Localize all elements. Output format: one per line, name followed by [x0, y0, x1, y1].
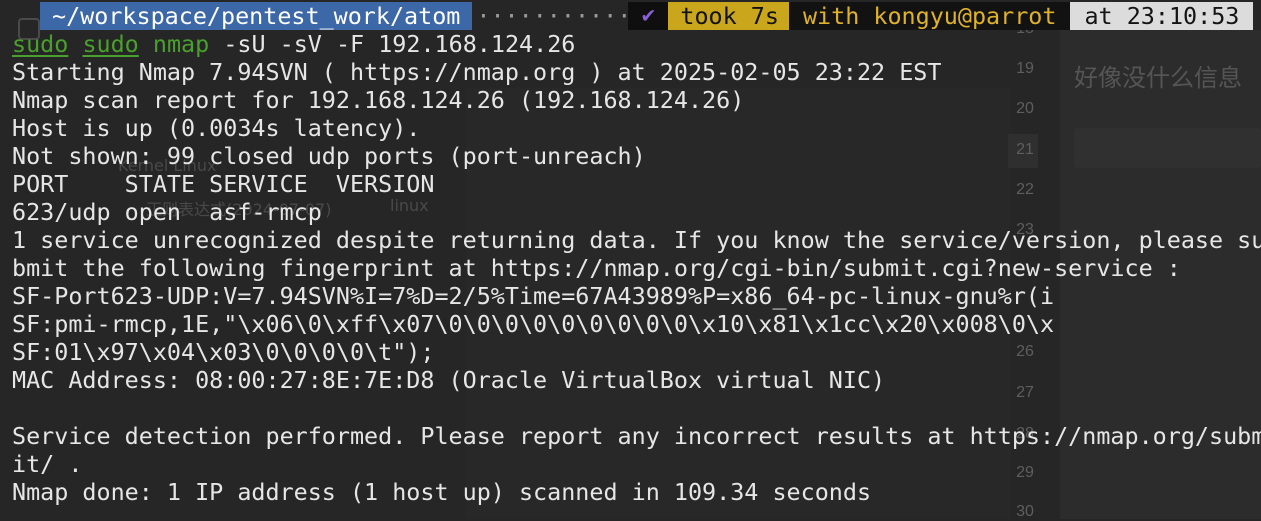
output-line: Not shown: 99 closed udp ports (port-unr…	[12, 142, 646, 170]
shell-prompt-bar: ~/workspace/pentest_work/atom ··········…	[40, 2, 1254, 30]
prompt-time: at 23:10:53	[1070, 2, 1254, 30]
output-line: Host is up (0.0034s latency).	[12, 114, 421, 142]
prompt-filler-dots: ·························	[476, 2, 628, 30]
output-line: it/ .	[12, 450, 83, 478]
terminal-window[interactable]: ~/workspace/pentest_work/atom ··········…	[0, 0, 1261, 519]
output-line: SF-Port623-UDP:V=7.94SVN%I=7%D=2/5%Time=…	[12, 282, 1055, 310]
prompt-user-host: with kongyu@parrot	[788, 2, 1071, 30]
output-line: SF:01\x97\x04\x03\0\0\0\0\t");	[12, 338, 435, 366]
output-line: Service detection performed. Please repo…	[12, 422, 1261, 450]
prompt-status-segment: ✔ took 7s with kongyu@parrot at 23:10:53	[628, 2, 1254, 30]
output-line: SF:pmi-rmcp,1E,"\x06\0\xff\x07\0\0\0\0\0…	[12, 310, 1055, 338]
command-nmap: nmap	[152, 30, 210, 58]
output-line: 1 service unrecognized despite returning…	[12, 226, 1261, 254]
prompt-path: ~/workspace/pentest_work/atom	[40, 2, 473, 30]
output-line: Starting Nmap 7.94SVN ( https://nmap.org…	[12, 58, 942, 86]
prompt-duration: took 7s	[668, 2, 789, 30]
output-line: bmit the following fingerprint at https:…	[12, 254, 1181, 282]
output-line: 623/udp open asf-rmcp	[12, 198, 322, 226]
output-line: MAC Address: 08:00:27:8E:7E:D8 (Oracle V…	[12, 366, 886, 394]
output-line: PORT STATE SERVICE VERSION	[12, 170, 435, 198]
check-icon: ✔	[641, 3, 656, 28]
terminal-output[interactable]: sudo sudo nmap -sU -sV -F 192.168.124.26…	[12, 30, 1261, 506]
command-sudo: sudo	[12, 30, 69, 58]
command-sudo: sudo	[82, 30, 139, 58]
output-line: Nmap scan report for 192.168.124.26 (192…	[12, 86, 745, 114]
output-line: Nmap done: 1 IP address (1 host up) scan…	[12, 478, 872, 506]
command-arguments: -sU -sV -F 192.168.124.26	[223, 30, 576, 58]
command-line: sudo sudo nmap -sU -sV -F 192.168.124.26	[12, 30, 1261, 58]
